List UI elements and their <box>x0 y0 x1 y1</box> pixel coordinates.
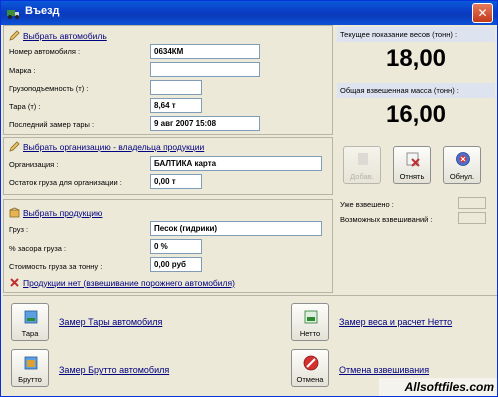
current-weight-label: Текущее показание весов (тонн) : <box>337 27 495 42</box>
brutto-button[interactable]: Брутто <box>11 349 49 387</box>
pencil-icon <box>9 141 20 152</box>
box-icon <box>9 207 20 218</box>
netto-button-label: Нетто <box>299 329 321 338</box>
scale-brutto-icon <box>24 356 38 370</box>
last-tare-label: Последний замер тары : <box>9 120 95 129</box>
reject-button[interactable]: Отнять <box>393 146 431 184</box>
cancel-weighing-link[interactable]: Отмена взвешивания <box>339 365 429 375</box>
cancel-button-label: Отмена <box>296 375 324 384</box>
product-section-title: Выбрать продукцию <box>9 207 102 218</box>
vehicle-section-title: Выбрать автомобиль <box>9 30 107 41</box>
vehicle-brand-label: Марка : <box>9 66 36 75</box>
scale-tare-icon <box>24 310 38 324</box>
window-title: Въезд <box>25 5 60 17</box>
possible-weighings-label: Возможных взвешиваний : <box>340 215 433 224</box>
total-weight-label: Общая взвешенная масса (тонн) : <box>337 83 495 98</box>
organization-field[interactable]: БАЛТИКА карта <box>150 156 322 171</box>
reject-icon <box>406 152 420 167</box>
cross-icon <box>10 278 19 287</box>
possible-weighings-box <box>458 212 486 224</box>
capacity-label: Грузоподъемность (т) : <box>9 84 89 93</box>
cargo-field[interactable]: Песок (гидрики) <box>150 221 322 236</box>
contamination-field[interactable]: 0 % <box>150 239 202 254</box>
add-icon <box>358 153 368 165</box>
tare-button-label: Тара <box>21 329 39 338</box>
vehicle-number-field[interactable]: 0634КМ <box>150 44 260 59</box>
entry-window: Въезд ✕ Выбрать автомобиль Номер автомоб… <box>0 0 498 397</box>
watermark: Allsoftfiles.com <box>379 378 497 396</box>
reset-button[interactable]: Обнул. <box>443 146 481 184</box>
truck-icon <box>7 10 19 19</box>
organization-section-title: Выбрать организацию - владельца продукци… <box>9 141 204 152</box>
reject-button-label: Отнять <box>399 172 425 181</box>
netto-button[interactable]: Нетто <box>291 303 329 341</box>
tare-measure-link[interactable]: Замер Тары автомобиля <box>59 317 162 327</box>
brutto-button-label: Брутто <box>18 375 42 384</box>
tare-label: Тара (т) : <box>9 102 41 111</box>
add-button[interactable]: Добав. <box>343 146 381 184</box>
tare-button[interactable]: Тара <box>11 303 49 341</box>
cancel-button[interactable]: Отмена <box>291 349 329 387</box>
cost-per-ton-label: Стоимость груза за тонну : <box>9 262 103 271</box>
no-product-link[interactable]: Продукции нет (взвешивание порожнего авт… <box>23 278 235 288</box>
vehicle-number-label: Номер автомобиля : <box>9 47 81 56</box>
select-organization-link[interactable]: Выбрать организацию - владельца продукци… <box>23 142 204 152</box>
no-product-row: Продукции нет (взвешивание порожнего авт… <box>9 277 235 288</box>
pencil-icon <box>9 30 20 41</box>
organization-label: Организация : <box>9 160 59 169</box>
contamination-label: % засора груза : <box>9 244 67 253</box>
select-vehicle-link[interactable]: Выбрать автомобиль <box>23 31 107 41</box>
close-button[interactable]: ✕ <box>472 3 493 23</box>
remaining-cargo-field[interactable]: 0,00 т <box>150 174 202 189</box>
add-button-label: Добав. <box>350 172 374 181</box>
remaining-cargo-label: Остаток груза для организации : <box>9 178 122 187</box>
brutto-measure-link[interactable]: Замер Брутто автомобиля <box>59 365 169 375</box>
capacity-field[interactable] <box>150 80 202 95</box>
vehicle-brand-field[interactable] <box>150 62 260 77</box>
reset-button-label: Обнул. <box>449 172 475 181</box>
current-weight-value: 18,00 <box>385 45 447 72</box>
netto-calc-link[interactable]: Замер веса и расчет Нетто <box>339 317 452 327</box>
total-weight-value: 16,00 <box>385 101 447 128</box>
already-weighed-box <box>458 197 486 209</box>
cost-per-ton-field[interactable]: 0,00 руб <box>150 257 202 272</box>
cancel-icon <box>303 355 319 371</box>
already-weighed-label: Уже взвешено : <box>340 200 394 209</box>
cargo-label: Груз : <box>9 225 29 234</box>
select-product-link[interactable]: Выбрать продукцию <box>23 208 102 218</box>
reset-icon <box>456 152 470 166</box>
tare-field[interactable]: 8,64 т <box>150 98 202 113</box>
scale-netto-icon <box>304 310 318 324</box>
last-tare-field[interactable]: 9 авг 2007 15:08 <box>150 116 260 131</box>
title-bar[interactable]: Въезд ✕ <box>1 1 497 25</box>
